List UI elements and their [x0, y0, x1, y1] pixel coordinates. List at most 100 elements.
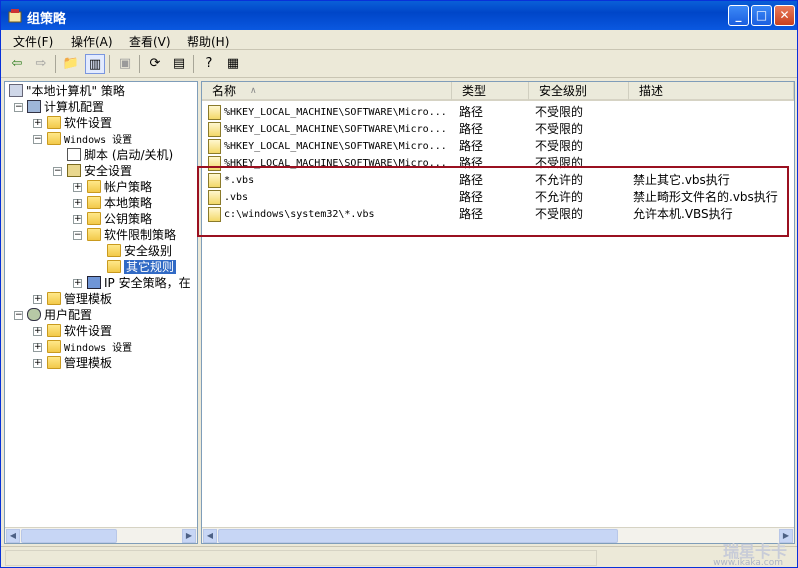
table-row[interactable]: %HKEY_LOCAL_MACHINE\SOFTWARE\Micro... 路径 不…	[202, 121, 794, 138]
scroll-right-icon[interactable]: ▶	[182, 529, 196, 543]
status-bar: 瑞星卡卡 www.ikaka.com	[1, 542, 797, 568]
menu-file[interactable]: 文件(F)	[13, 33, 53, 50]
help-icon[interactable]: ?	[199, 54, 219, 74]
collapse-icon[interactable]: −	[14, 311, 23, 320]
tree-user-config[interactable]: 用户配置	[27, 307, 92, 323]
ipsec-icon	[87, 276, 101, 289]
scroll-left-icon[interactable]: ◀	[6, 529, 20, 543]
export-list-icon[interactable]: ▤	[169, 54, 189, 74]
show-tree-icon[interactable]: ▥	[85, 54, 105, 74]
tree-account-policy[interactable]: 帐户策略	[87, 179, 152, 195]
expand-icon[interactable]: +	[33, 343, 42, 352]
expand-icon[interactable]: +	[33, 119, 42, 128]
back-icon[interactable]: ⇦	[7, 54, 27, 74]
tree-ipsec[interactable]: IP 安全策略，在	[87, 275, 191, 291]
title-bar[interactable]: 组策略 _ □ ✕	[1, 1, 797, 30]
tree-pubkey-policy[interactable]: 公钥策略	[87, 211, 152, 227]
tree-security-settings[interactable]: 安全设置	[67, 163, 132, 179]
collapse-icon[interactable]: −	[73, 231, 82, 240]
folder-icon	[87, 228, 101, 241]
tree-software-settings[interactable]: 软件设置	[47, 115, 112, 131]
tree-label: 用户配置	[44, 308, 93, 322]
toolbar: ⇦ ⇨ 📁 ▥ ▣ ⟳ ▤ ? ▦	[1, 51, 797, 78]
menu-view[interactable]: 查看(V)	[129, 33, 171, 50]
tree-label: IP 安全策略，在	[104, 276, 191, 290]
expand-icon[interactable]: +	[73, 215, 82, 224]
tree-computer-config[interactable]: 计算机配置	[27, 99, 104, 115]
expand-icon[interactable]: +	[33, 295, 42, 304]
column-header-desc[interactable]: 描述	[629, 82, 794, 101]
expand-icon[interactable]: +	[33, 359, 42, 368]
folder-icon	[47, 324, 61, 337]
tree-label: 管理模板	[64, 292, 113, 306]
highlight-box	[197, 166, 789, 237]
refresh-icon[interactable]: ⟳	[145, 54, 165, 74]
cell-level: 不受限的	[535, 122, 584, 136]
table-row[interactable]: %HKEY_LOCAL_MACHINE\SOFTWARE\Micro... 路径 不…	[202, 104, 794, 121]
main-window: 组策略 _ □ ✕ 文件(F) 操作(A) 查看(V) 帮助(H) ⇦ ⇨ 📁 …	[0, 0, 798, 568]
tree-user-software[interactable]: 软件设置	[47, 323, 112, 339]
tree-pane: "本地计算机" 策略 − 计算机配置 + 软件设置 − Windows 设置 脚…	[4, 81, 198, 544]
tree-security-levels[interactable]: 安全级别	[107, 243, 172, 259]
column-header-type[interactable]: 类型	[452, 82, 529, 101]
open-folder-icon	[107, 260, 121, 273]
minimize-button[interactable]: _	[728, 5, 749, 26]
collapse-icon[interactable]: −	[33, 135, 42, 144]
properties-icon[interactable]: ▦	[223, 54, 243, 74]
folder-icon	[47, 116, 61, 129]
menu-help[interactable]: 帮助(H)	[187, 33, 229, 50]
folder-icon	[47, 292, 61, 305]
expand-icon[interactable]: +	[73, 183, 82, 192]
tree-srp[interactable]: 软件限制策略	[87, 227, 176, 243]
tree-label: "本地计算机" 策略	[26, 84, 125, 98]
tree-hscrollbar[interactable]: ◀ ▶	[5, 527, 197, 543]
tree-local-policy[interactable]: 本地策略	[87, 195, 152, 211]
scroll-left-icon[interactable]: ◀	[203, 529, 217, 543]
security-icon	[67, 164, 81, 177]
cell-name: %HKEY_LOCAL_MACHINE\SOFTWARE\Micro...	[224, 124, 447, 135]
table-row[interactable]: %HKEY_LOCAL_MACHINE\SOFTWARE\Micro... 路径 不…	[202, 138, 794, 155]
cell-level: 不受限的	[535, 105, 584, 119]
tree-label-selected: 其它规则	[124, 260, 177, 274]
folder-icon	[47, 340, 61, 353]
column-header-name[interactable]: 名称 ∧	[202, 82, 452, 101]
cell-level: 不受限的	[535, 139, 584, 153]
column-header-level[interactable]: 安全级别	[529, 82, 629, 101]
computer-icon	[27, 100, 41, 113]
tree-windows-settings[interactable]: Windows 设置	[47, 131, 132, 147]
policy-icon	[9, 84, 23, 97]
tree-user-admin[interactable]: 管理模板	[47, 355, 112, 371]
list-hscrollbar[interactable]: ◀ ▶	[202, 527, 794, 543]
rule-file-icon	[208, 105, 221, 120]
user-icon	[27, 308, 41, 321]
collapse-icon[interactable]: −	[14, 103, 23, 112]
tree-scripts[interactable]: 脚本 (启动/关机)	[67, 147, 173, 163]
up-folder-icon[interactable]: 📁	[61, 54, 81, 74]
tree-label: 软件设置	[64, 324, 113, 338]
rule-file-icon	[208, 139, 221, 154]
close-button[interactable]: ✕	[774, 5, 795, 26]
lock-folder-icon	[87, 180, 101, 193]
tree-label: 安全级别	[124, 244, 173, 258]
collapse-icon[interactable]: −	[53, 167, 62, 176]
tree-other-rules[interactable]: 其它规则	[107, 259, 177, 275]
expand-icon[interactable]: +	[73, 199, 82, 208]
header-label: 名称	[212, 84, 237, 98]
scroll-thumb[interactable]	[21, 529, 117, 543]
tree-user-windows[interactable]: Windows 设置	[47, 339, 132, 355]
policy-tree: "本地计算机" 策略 − 计算机配置 + 软件设置 − Windows 设置 脚…	[5, 82, 197, 528]
tree-label: 软件设置	[64, 116, 113, 130]
tree-admin-templates[interactable]: 管理模板	[47, 291, 112, 307]
scroll-thumb[interactable]	[218, 529, 618, 543]
toolbar-separator	[109, 55, 110, 73]
tree-label: Windows 设置	[64, 135, 133, 146]
expand-icon[interactable]: +	[73, 279, 82, 288]
tree-label: 计算机配置	[44, 100, 105, 114]
delete-icon[interactable]: ▣	[115, 54, 135, 74]
tree-label: 公钥策略	[104, 212, 153, 226]
expand-icon[interactable]: +	[33, 327, 42, 336]
forward-icon[interactable]: ⇨	[31, 54, 51, 74]
menu-action[interactable]: 操作(A)	[71, 33, 113, 50]
maximize-button[interactable]: □	[751, 5, 772, 26]
tree-root[interactable]: "本地计算机" 策略	[9, 83, 125, 99]
